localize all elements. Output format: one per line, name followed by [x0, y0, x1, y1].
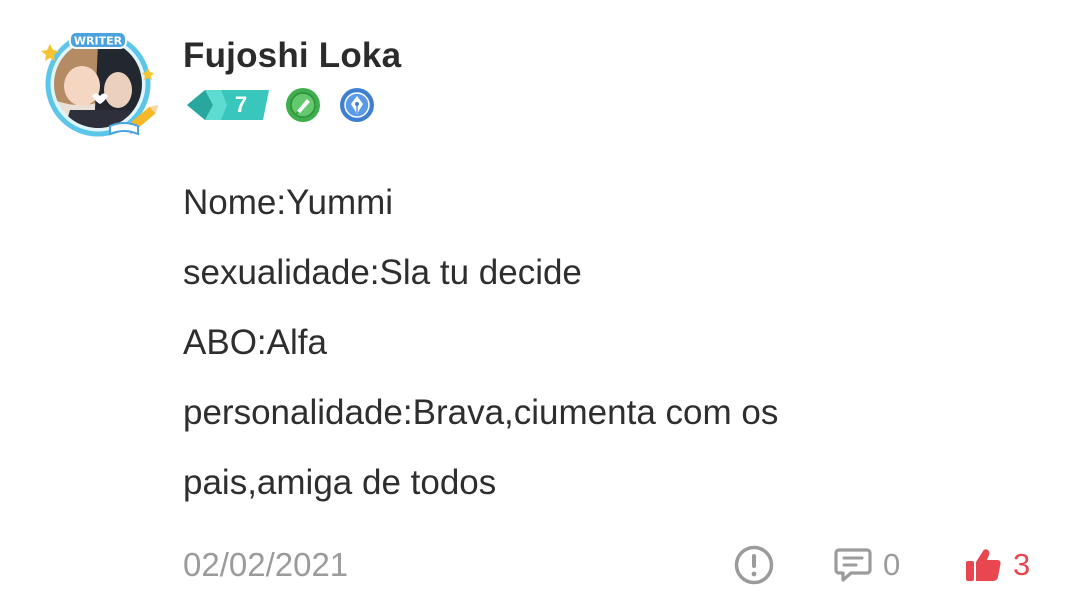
comment-line: personalidade:Brava,ciumenta com os [183, 393, 779, 432]
author-name[interactable]: Fujoshi Loka [183, 36, 401, 76]
green-quill-badge-icon[interactable] [285, 87, 321, 123]
comment-line: pais,amiga de todos [183, 463, 497, 502]
like-count: 3 [1013, 547, 1031, 582]
blue-pen-nib-badge-icon[interactable] [339, 87, 375, 123]
level-badge[interactable]: 7 [185, 88, 269, 122]
avatar-frame-label: WRITER [74, 35, 123, 48]
comment-body: Nome:Yummi sexualidade:Sla tu decide ABO… [183, 168, 1043, 518]
comment-bubble-icon [834, 548, 872, 582]
reply-count: 0 [883, 547, 901, 582]
thumbs-up-icon [966, 549, 1001, 581]
comment-line: ABO:Alfa [183, 323, 327, 362]
reply-button[interactable]: 0 [833, 540, 900, 590]
comment-card: WRITER Fujoshi Loka 7 Nome:Yummi sexuali… [0, 0, 1080, 592]
comment-line: Nome:Yummi [183, 183, 394, 222]
author-badges: 7 [185, 86, 375, 124]
level-number: 7 [234, 92, 248, 117]
exclamation-circle-icon [734, 545, 774, 585]
report-button[interactable] [733, 540, 775, 590]
comment-footer: 02/02/2021 0 3 [183, 540, 1043, 590]
comment-date: 02/02/2021 [183, 546, 349, 583]
like-button[interactable]: 3 [963, 540, 1030, 590]
avatar[interactable]: WRITER [40, 30, 158, 138]
comment-line: sexualidade:Sla tu decide [183, 253, 582, 292]
